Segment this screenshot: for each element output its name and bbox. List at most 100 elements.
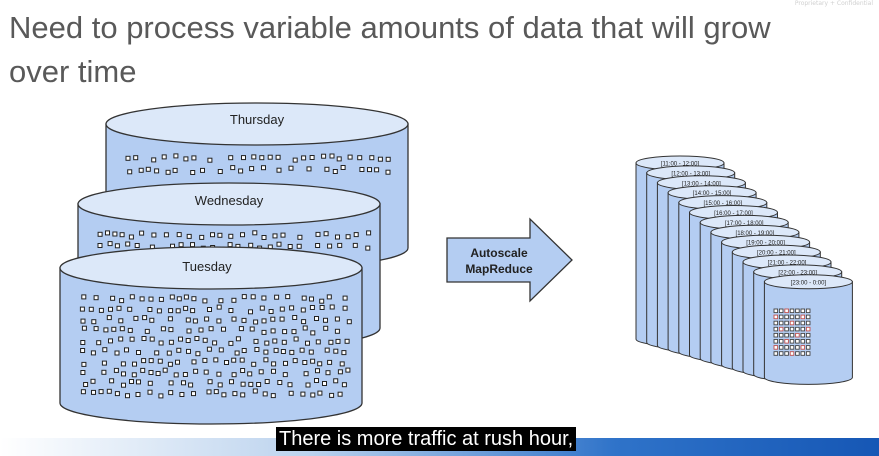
data-record-dot (218, 347, 224, 353)
data-record-dot (251, 154, 257, 160)
data-record-dot (154, 350, 160, 356)
data-record-dot (347, 154, 353, 160)
data-record-dot (328, 339, 334, 345)
data-record-dot (264, 379, 270, 384)
data-record-dot (158, 296, 164, 302)
data-record-dot (131, 372, 137, 378)
data-record-dot (234, 350, 240, 356)
hourly-record-dot (805, 332, 811, 338)
data-record-dot (96, 340, 102, 346)
data-record-dot (289, 349, 295, 355)
hourly-record-dot (773, 332, 779, 338)
data-record-dot (332, 169, 338, 174)
data-record-dot (310, 358, 316, 364)
data-record-dot (273, 347, 279, 353)
data-record-dot (202, 298, 208, 304)
data-record-dot (125, 241, 131, 247)
data-record-dot (203, 369, 209, 375)
data-record-dot (147, 389, 153, 395)
data-record-dot (165, 169, 171, 175)
data-record-dot (335, 234, 340, 240)
data-record-dot (91, 319, 97, 325)
hourly-record-dot (805, 345, 811, 350)
data-record-dot (337, 391, 343, 397)
data-record-dot (333, 378, 339, 384)
data-record-dot (282, 329, 288, 335)
data-record-dot (253, 319, 259, 325)
data-record-dot (127, 169, 133, 175)
data-record-dot (176, 347, 182, 353)
data-record-dot (119, 326, 125, 332)
data-record-dot (310, 392, 316, 398)
data-record-dot (374, 167, 380, 173)
data-record-dot (253, 338, 259, 344)
data-record-dot (252, 230, 258, 236)
data-record-dot (116, 305, 122, 311)
data-record-dot (288, 390, 294, 396)
data-record-dot (158, 340, 164, 346)
data-record-dot (281, 339, 287, 345)
data-record-dot (127, 306, 133, 312)
data-record-dot (134, 243, 140, 248)
hourly-record-dot (784, 308, 789, 314)
data-record-dot (272, 233, 278, 239)
hourly-record-dot (789, 351, 795, 356)
data-record-dot (276, 167, 282, 173)
data-record-dot (110, 295, 116, 301)
hourly-record-dot (778, 351, 784, 356)
hourly-record-dot (778, 345, 784, 350)
data-record-dot (263, 357, 269, 363)
data-record-dot (217, 169, 223, 174)
hourly-record-dot (773, 320, 779, 326)
data-record-dot (334, 316, 340, 322)
data-record-dot (339, 361, 345, 367)
hourly-record-dot (778, 320, 784, 326)
data-record-dot (235, 336, 241, 342)
data-record-dot (156, 308, 162, 314)
hourly-record-dot (778, 314, 784, 320)
arrow-label-line2: MapReduce (465, 262, 533, 276)
data-record-dot (344, 338, 350, 344)
hourly-record-dot (800, 326, 806, 332)
data-record-dot (341, 350, 347, 356)
hourly-record-dot (789, 332, 795, 338)
data-record-dot (309, 155, 315, 160)
data-record-dot (369, 155, 375, 161)
data-record-dot (80, 318, 86, 324)
data-record-dot (213, 357, 219, 363)
data-record-dot (148, 296, 154, 302)
data-record-dot (125, 393, 130, 399)
data-record-dot (221, 326, 226, 332)
data-record-dot (301, 155, 307, 161)
data-record-dot (103, 327, 109, 333)
data-record-dot (157, 358, 163, 364)
data-record-dot (314, 316, 319, 321)
data-record-dot (319, 298, 325, 304)
data-record-dot (231, 357, 237, 363)
data-record-dot (240, 368, 246, 373)
data-record-dot (91, 389, 96, 395)
data-record-dot (154, 168, 160, 174)
hourly-record-dot (795, 339, 800, 344)
data-record-dot (267, 154, 273, 160)
data-record-dot (317, 390, 323, 396)
data-record-dot (106, 388, 112, 394)
data-record-dot (231, 372, 237, 378)
data-record-dot (287, 382, 293, 388)
data-record-dot (111, 326, 117, 332)
data-record-dot (140, 367, 146, 373)
data-record-dot (270, 328, 276, 334)
hourly-record-dot (800, 320, 806, 326)
data-record-dot (206, 389, 212, 395)
data-record-dot (248, 381, 254, 387)
data-record-dot (282, 372, 288, 378)
data-record-dot (241, 155, 246, 161)
data-record-dot (228, 308, 234, 313)
data-record-dot (119, 232, 125, 238)
data-record-dot (283, 360, 288, 366)
data-record-dot (114, 243, 120, 249)
data-record-dot (136, 379, 141, 385)
data-record-dot (315, 231, 321, 237)
data-record-dot (303, 371, 309, 377)
data-record-dot (292, 315, 298, 320)
